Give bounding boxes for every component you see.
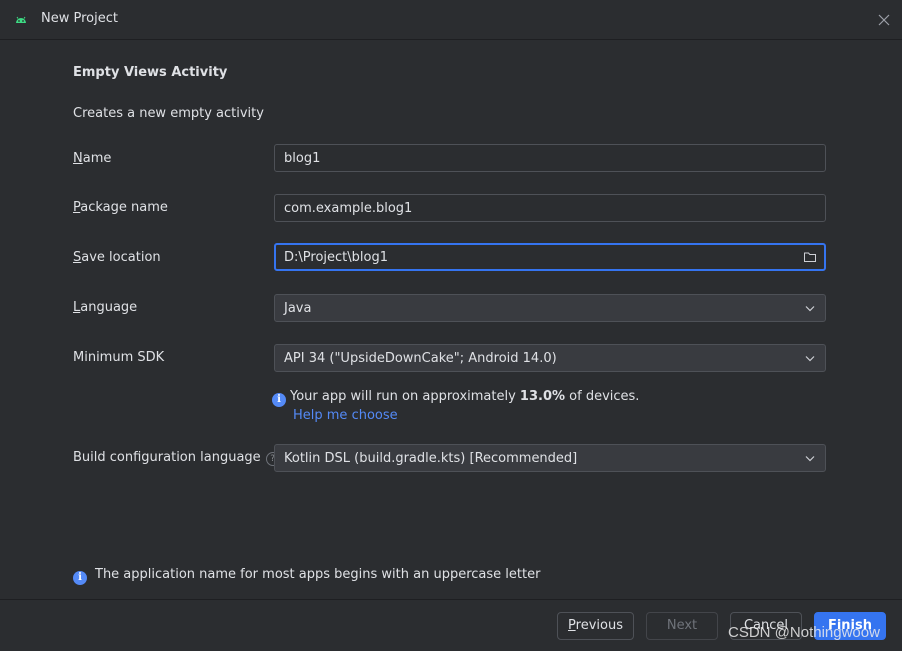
page-heading: Empty Views Activity	[73, 65, 228, 80]
chevron-down-icon	[805, 306, 815, 312]
package-value: com.example.blog1	[284, 201, 413, 216]
next-button[interactable]: Next	[646, 612, 718, 640]
save-location-field[interactable]: D:\Project\blog1	[274, 243, 826, 271]
sdk-coverage-percent: 13.0%	[519, 389, 566, 404]
build-config-dropdown[interactable]: Kotlin DSL (build.gradle.kts) [Recommend…	[274, 444, 826, 472]
page-description: Creates a new empty activity	[73, 106, 264, 121]
name-label-mnemonic: N	[73, 151, 83, 166]
package-name-field[interactable]: com.example.blog1	[274, 194, 826, 222]
build-config-label-text: Build configuration language	[73, 450, 261, 465]
package-label-rest: ackage name	[80, 200, 168, 215]
build-config-label: Build configuration language?	[73, 450, 280, 466]
build-config-value: Kotlin DSL (build.gradle.kts) [Recommend…	[284, 451, 578, 466]
sdk-info-suffix: of devices.	[565, 389, 640, 404]
window-title: New Project	[41, 11, 118, 26]
watermark: CSDN @Nothingwoow	[728, 624, 880, 641]
sdk-coverage-info: i Your app will run on approximately 13.0…	[272, 389, 639, 407]
previous-mnemonic: P	[568, 618, 576, 633]
name-value: blog1	[284, 151, 321, 166]
language-label-rest: anguage	[80, 300, 138, 315]
folder-icon[interactable]	[803, 250, 817, 264]
package-label: Package name	[73, 200, 168, 215]
validation-note-text: The application name for most apps begin…	[95, 567, 541, 582]
name-field[interactable]: blog1	[274, 144, 826, 172]
save-location-label: Save location	[73, 250, 161, 265]
save-location-value: D:\Project\blog1	[284, 250, 388, 265]
info-icon: i	[272, 393, 286, 407]
chevron-down-icon	[805, 356, 815, 362]
help-me-choose-link[interactable]: Help me choose	[293, 408, 398, 423]
min-sdk-label: Minimum SDK	[73, 350, 165, 365]
title-bar: New Project	[0, 0, 902, 40]
name-label: Name	[73, 151, 111, 166]
language-label: Language	[73, 300, 137, 315]
previous-rest: revious	[575, 618, 623, 633]
chevron-down-icon	[805, 456, 815, 462]
validation-note: i The application name for most apps begi…	[73, 567, 540, 585]
min-sdk-dropdown[interactable]: API 34 ("UpsideDownCake"; Android 14.0)	[274, 344, 826, 372]
wizard-content: Empty Views Activity Creates a new empty…	[0, 40, 902, 599]
language-dropdown[interactable]: Java	[274, 294, 826, 322]
info-icon: i	[73, 571, 87, 585]
sdk-info-prefix: Your app will run on approximately	[290, 389, 520, 404]
save-location-label-rest: ave location	[81, 250, 161, 265]
min-sdk-value: API 34 ("UpsideDownCake"; Android 14.0)	[284, 351, 557, 366]
language-value: Java	[284, 301, 312, 316]
close-icon[interactable]	[876, 12, 892, 28]
name-label-rest: ame	[82, 151, 112, 166]
previous-button[interactable]: Previous	[557, 612, 634, 640]
android-icon	[16, 16, 26, 23]
